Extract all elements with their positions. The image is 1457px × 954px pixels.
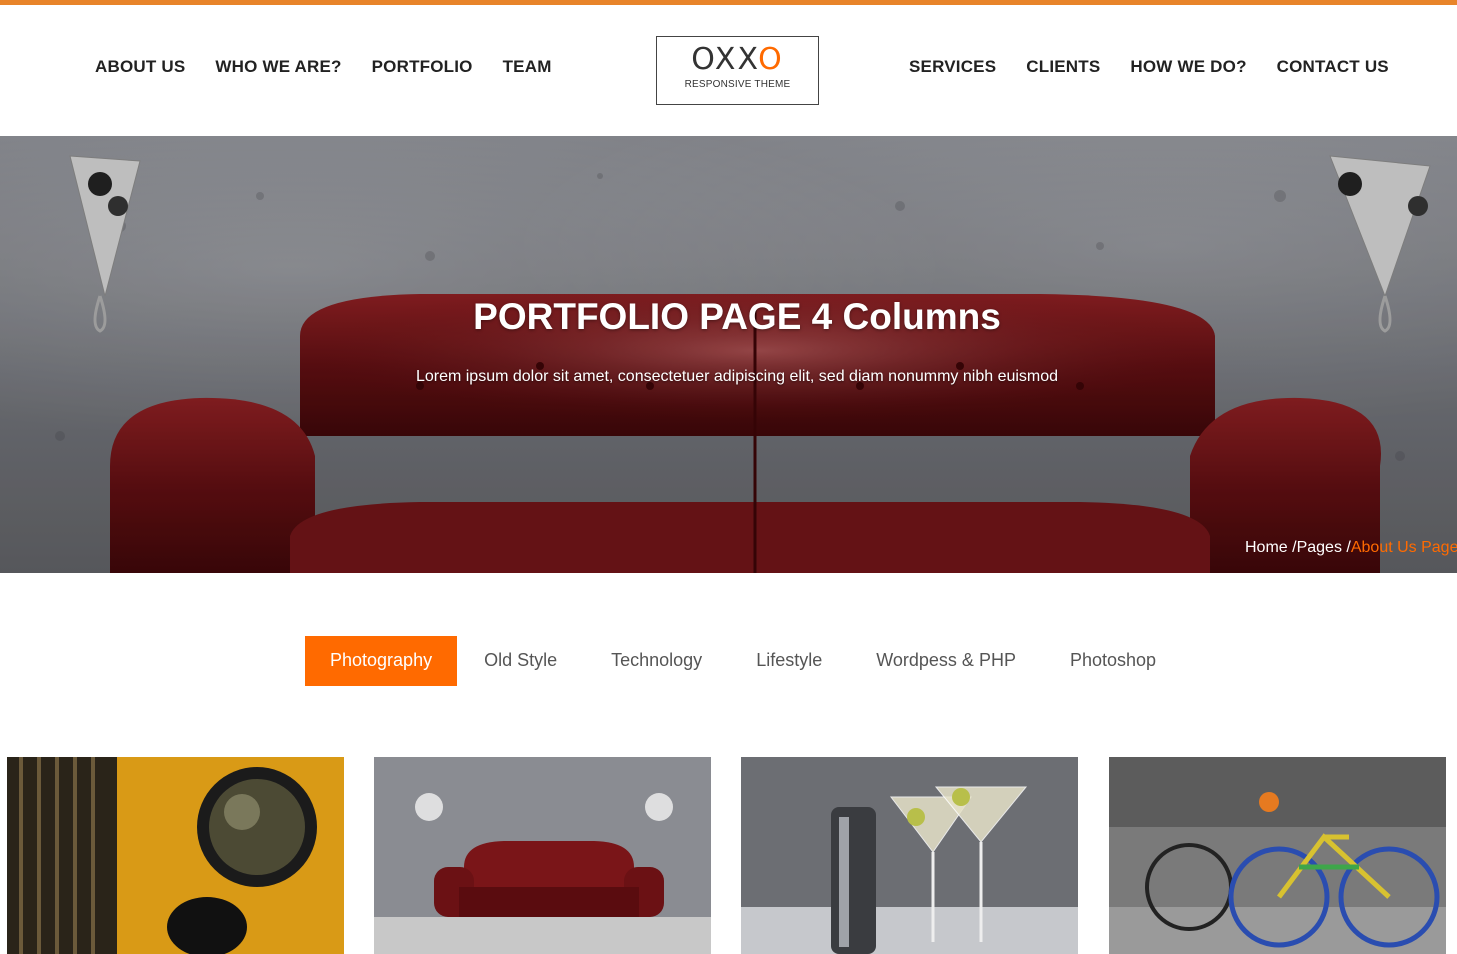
portfolio-grid xyxy=(0,757,1457,954)
filter-wordpress-php[interactable]: Wordpess & PHP xyxy=(849,636,1043,686)
logo-mark: OXXO xyxy=(657,43,818,77)
filter-technology[interactable]: Technology xyxy=(584,636,729,686)
filter-photography[interactable]: Photography xyxy=(305,636,458,686)
portfolio-item-red-sofa[interactable] xyxy=(374,757,711,954)
hero-banner: PORTFOLIO PAGE 4 Columns Lorem ipsum dol… xyxy=(0,136,1457,573)
nav-about-us[interactable]: ABOUT US xyxy=(95,57,185,77)
main-nav-right: SERVICES CLIENTS HOW WE DO? CONTACT US xyxy=(909,57,1389,77)
bicycle-image xyxy=(1109,757,1446,954)
breadcrumb-home[interactable]: Home / xyxy=(1245,539,1297,556)
logo-mark-end: O xyxy=(758,42,784,77)
sofa-background-image xyxy=(0,136,1457,573)
hero-title: PORTFOLIO PAGE 4 Columns xyxy=(473,296,1001,337)
filter-photoshop[interactable]: Photoshop xyxy=(1043,636,1183,686)
breadcrumb-current: About Us Page xyxy=(1350,539,1457,556)
nav-who-we-are[interactable]: WHO WE ARE? xyxy=(215,57,341,77)
martini-glasses-image xyxy=(741,757,1078,954)
nav-team[interactable]: TEAM xyxy=(503,57,552,77)
site-header: ABOUT US WHO WE ARE? PORTFOLIO TEAM OXXO… xyxy=(0,5,1457,136)
portfolio-filter-tabs: Photography Old Style Technology Lifesty… xyxy=(305,636,1183,686)
hero-subtitle: Lorem ipsum dolor sit amet, consectetuer… xyxy=(415,368,1059,385)
nav-how-we-do[interactable]: HOW WE DO? xyxy=(1130,57,1246,77)
nav-services[interactable]: SERVICES xyxy=(909,57,996,77)
nav-clients[interactable]: CLIENTS xyxy=(1026,57,1100,77)
portfolio-item-bicycle[interactable] xyxy=(1109,757,1446,954)
red-sofa-image xyxy=(374,757,711,954)
breadcrumb: Home /Pages /About Us Page xyxy=(1245,539,1457,557)
portfolio-item-martini[interactable] xyxy=(741,757,1078,954)
nav-contact-us[interactable]: CONTACT US xyxy=(1277,57,1389,77)
breadcrumb-pages[interactable]: Pages / xyxy=(1297,539,1351,556)
nav-portfolio[interactable]: PORTFOLIO xyxy=(372,57,473,77)
logo-mark-start: OXX xyxy=(691,42,759,77)
vintage-car-image xyxy=(7,757,344,954)
filter-old-style[interactable]: Old Style xyxy=(457,636,584,686)
main-nav-left: ABOUT US WHO WE ARE? PORTFOLIO TEAM xyxy=(95,57,552,77)
filter-lifestyle[interactable]: Lifestyle xyxy=(729,636,849,686)
portfolio-item-vintage-car[interactable] xyxy=(7,757,344,954)
logo-subtitle: RESPONSIVE THEME xyxy=(684,79,791,90)
site-logo[interactable]: OXXO RESPONSIVE THEME xyxy=(656,36,819,105)
